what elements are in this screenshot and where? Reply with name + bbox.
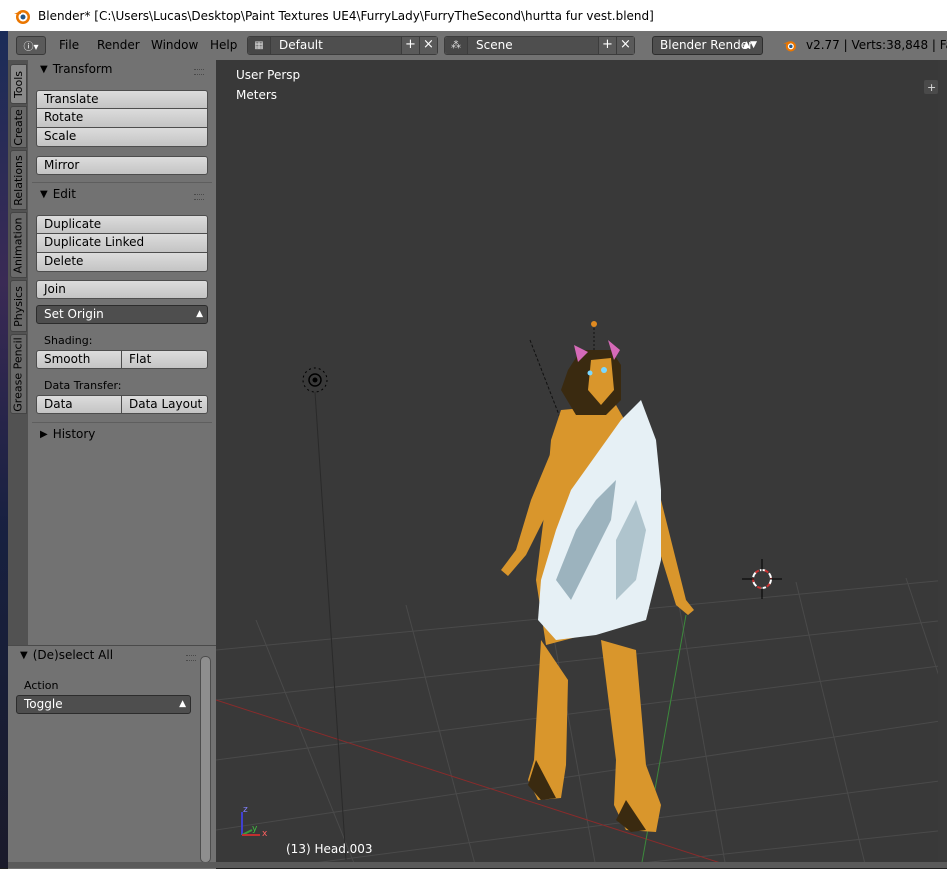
axis-gizmo: z y x	[241, 805, 268, 839]
transform-panel-header[interactable]: ▼ Transform	[40, 62, 112, 76]
window-title-bar: Blender* [C:\Users\Lucas\Desktop\Paint T…	[0, 0, 947, 31]
screen-layout-field[interactable]: ▦ Default + ×	[247, 36, 438, 55]
panel-grip-icon[interactable]	[186, 655, 196, 661]
add-layout-button[interactable]: +	[401, 37, 419, 54]
view-name: User Persp	[236, 68, 301, 82]
screen-layout-name[interactable]: Default	[271, 37, 401, 54]
desktop-background-strip	[0, 31, 8, 868]
editor-type-button[interactable]: ⓘ▾	[16, 36, 46, 55]
info-header: ⓘ▾ File Render Window Help ▦ Default + ×…	[8, 31, 947, 61]
3d-cursor-icon[interactable]	[742, 559, 782, 599]
svg-text:z: z	[243, 805, 248, 815]
expanded-triangle-icon: ▼	[40, 188, 48, 200]
delete-button[interactable]: Delete	[36, 253, 208, 272]
svg-text:y: y	[252, 824, 258, 834]
tab-tools[interactable]: Tools	[10, 64, 27, 104]
remove-scene-button[interactable]: ×	[616, 37, 634, 54]
expanded-triangle-icon: ▼	[20, 649, 28, 661]
menu-help[interactable]: Help	[207, 37, 240, 56]
blender-logo-icon	[14, 9, 30, 24]
scale-button[interactable]: Scale	[36, 128, 208, 147]
join-button[interactable]: Join	[36, 280, 208, 299]
tab-relations[interactable]: Relations	[10, 150, 27, 210]
operator-panel: ▼ (De)select All Action Toggle ▲	[8, 645, 216, 869]
view-units: Meters	[236, 88, 278, 102]
tool-shelf-panel: ▼ Transform Translate Rotate Scale Mirro…	[28, 60, 216, 645]
data-transfer-label: Data Transfer:	[44, 379, 122, 392]
screen-layout-icon[interactable]: ▦	[248, 37, 271, 54]
scene-name[interactable]: Scene	[468, 37, 598, 54]
operator-panel-header[interactable]: ▼ (De)select All	[20, 648, 113, 662]
blender-logo-icon	[783, 41, 796, 52]
collapsed-triangle-icon: ▶	[40, 428, 48, 440]
updown-arrows-icon: ▲	[196, 309, 203, 319]
scene-field[interactable]: ⁂ Scene + ×	[444, 36, 635, 55]
add-scene-button[interactable]: +	[598, 37, 616, 54]
viewport-scene[interactable]: z y x +	[216, 60, 947, 868]
panel-divider	[32, 182, 212, 183]
render-engine-select[interactable]: Blender Render ▲▼	[652, 36, 763, 55]
translate-button[interactable]: Translate	[36, 90, 208, 109]
data-button[interactable]: Data	[36, 395, 122, 414]
3d-viewport[interactable]: z y x + User Persp Meters (13) Head.003	[216, 60, 947, 868]
lamp-icon[interactable]	[302, 367, 347, 861]
right-region-edge	[938, 60, 947, 868]
flat-button[interactable]: Flat	[122, 350, 208, 369]
viewport-header-strip	[8, 862, 947, 868]
expanded-triangle-icon: ▼	[40, 63, 48, 75]
duplicate-linked-button[interactable]: Duplicate Linked	[36, 234, 208, 253]
menu-render[interactable]: Render	[94, 37, 143, 56]
menu-window[interactable]: Window	[148, 37, 201, 56]
smooth-button[interactable]: Smooth	[36, 350, 122, 369]
tab-physics[interactable]: Physics	[10, 280, 27, 332]
tab-grease-pencil[interactable]: Grease Pencil	[10, 334, 27, 414]
render-engine-label: Blender Render	[660, 38, 754, 52]
panel-grip-icon[interactable]	[194, 194, 204, 200]
tab-create[interactable]: Create	[10, 106, 27, 148]
window-title: Blender* [C:\Users\Lucas\Desktop\Paint T…	[38, 8, 654, 23]
history-panel-header[interactable]: ▶ History	[40, 427, 95, 441]
rotate-button[interactable]: Rotate	[36, 109, 208, 128]
shading-label: Shading:	[44, 334, 93, 347]
panel-divider	[32, 422, 212, 423]
mirror-button[interactable]: Mirror	[36, 156, 208, 175]
duplicate-button[interactable]: Duplicate	[36, 215, 208, 234]
set-origin-select[interactable]: Set Origin ▲	[36, 305, 208, 324]
viewport-expand-icon[interactable]: +	[924, 80, 938, 94]
tool-shelf-tabs: Tools Create Relations Animation Physics…	[8, 60, 29, 645]
updown-arrows-icon: ▲	[179, 699, 186, 709]
updown-arrows-icon: ▲▼	[743, 40, 757, 50]
panel-grip-icon[interactable]	[194, 69, 204, 75]
menu-file[interactable]: File	[56, 37, 82, 56]
scene-stats: v2.77 | Verts:38,848 | Face	[806, 38, 947, 52]
action-select[interactable]: Toggle ▲	[16, 695, 191, 714]
active-object-info: (13) Head.003	[286, 842, 373, 856]
operator-panel-scrollbar[interactable]	[200, 656, 211, 863]
character-model[interactable]	[501, 321, 694, 832]
scene-icon[interactable]: ⁂	[445, 37, 468, 54]
edit-panel-header[interactable]: ▼ Edit	[40, 187, 76, 201]
tab-animation[interactable]: Animation	[10, 212, 27, 278]
remove-layout-button[interactable]: ×	[419, 37, 437, 54]
svg-text:+: +	[927, 81, 936, 94]
data-layout-button[interactable]: Data Layout	[122, 395, 208, 414]
svg-text:x: x	[262, 829, 268, 839]
info-icon: ⓘ▾	[23, 42, 39, 53]
action-label: Action	[24, 679, 59, 692]
